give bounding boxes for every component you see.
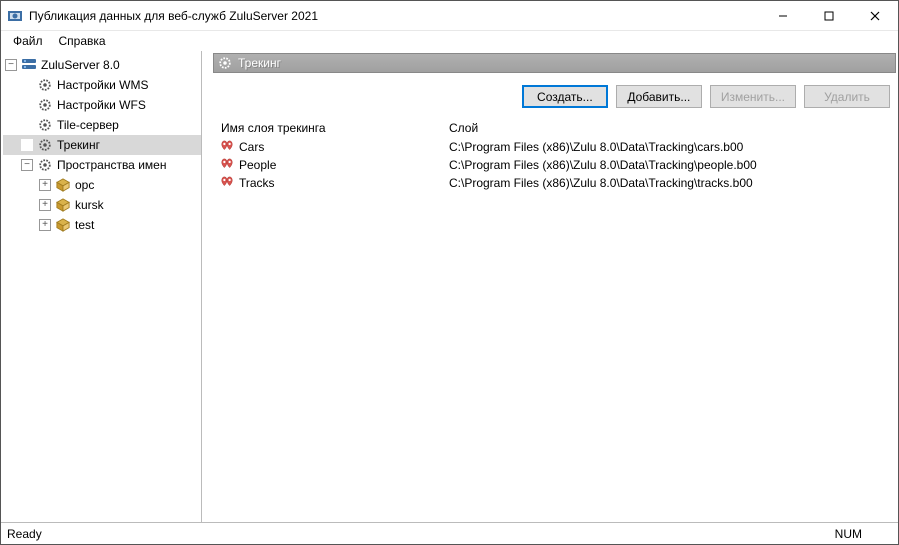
tracking-list[interactable]: Имя слоя трекинга Слой Cars C:\Program Fi…: [213, 118, 896, 522]
tree-label: Трекинг: [57, 138, 100, 152]
cube-icon: [55, 177, 71, 193]
status-ready: Ready: [7, 527, 835, 541]
list-header-row: Имя слоя трекинга Слой: [213, 118, 896, 138]
add-button[interactable]: Добавить...: [616, 85, 702, 108]
server-icon: [21, 57, 37, 73]
tree-item-tile[interactable]: Tile-сервер: [3, 115, 201, 135]
tree-label: Настройки WFS: [57, 98, 146, 112]
tree-label: Tile-сервер: [57, 118, 119, 132]
tree-item-ns[interactable]: + kursk: [3, 195, 201, 215]
menu-file[interactable]: Файл: [5, 32, 51, 50]
tree-label: test: [75, 218, 94, 232]
tree-label: kursk: [75, 198, 104, 212]
pin-icon: [219, 157, 235, 173]
tree-label: Пространства имен: [57, 158, 166, 172]
statusbar: Ready NUM: [1, 522, 898, 544]
panel-header: Трекинг: [213, 53, 896, 73]
row-layer: C:\Program Files (x86)\Zulu 8.0\Data\Tra…: [445, 158, 894, 172]
create-button[interactable]: Создать...: [522, 85, 608, 108]
status-num: NUM: [835, 527, 862, 541]
tree-item-ns[interactable]: + opc: [3, 175, 201, 195]
list-row[interactable]: People C:\Program Files (x86)\Zulu 8.0\Da…: [213, 156, 896, 174]
gear-icon: [37, 157, 53, 173]
toolbar: Создать... Добавить... Изменить... Удали…: [213, 73, 896, 118]
expand-icon[interactable]: +: [39, 219, 51, 231]
collapse-icon[interactable]: −: [21, 159, 33, 171]
titlebar: Публикация данных для веб-служб ZuluServ…: [1, 1, 898, 31]
column-header-name[interactable]: Имя слоя трекинга: [215, 121, 445, 135]
menu-help[interactable]: Справка: [51, 32, 114, 50]
row-layer: C:\Program Files (x86)\Zulu 8.0\Data\Tra…: [445, 176, 894, 190]
panel-title: Трекинг: [238, 56, 281, 70]
pin-icon: [219, 139, 235, 155]
list-row[interactable]: Cars C:\Program Files (x86)\Zulu 8.0\Data…: [213, 138, 896, 156]
maximize-button[interactable]: [806, 1, 852, 30]
tree-item-ns[interactable]: + test: [3, 215, 201, 235]
app-window: Публикация данных для веб-служб ZuluServ…: [0, 0, 899, 545]
tree-item-namespaces[interactable]: − Пространства имен: [3, 155, 201, 175]
edit-button: Изменить...: [710, 85, 796, 108]
gear-icon: [37, 77, 53, 93]
main-panel: Трекинг Создать... Добавить... Изменить.…: [207, 51, 898, 522]
pin-icon: [219, 175, 235, 191]
collapse-icon[interactable]: −: [5, 59, 17, 71]
gear-icon: [37, 137, 53, 153]
tree-label: Настройки WMS: [57, 78, 149, 92]
gear-icon: [37, 97, 53, 113]
window-controls: [760, 1, 898, 30]
list-row[interactable]: Tracks C:\Program Files (x86)\Zulu 8.0\Da…: [213, 174, 896, 192]
sidebar-tree[interactable]: − ZuluServer 8.0 Настройки WMS: [1, 51, 202, 522]
tree-label: opc: [75, 178, 94, 192]
list-body: Cars C:\Program Files (x86)\Zulu 8.0\Data…: [213, 138, 896, 522]
cube-icon: [55, 217, 71, 233]
gear-icon: [37, 117, 53, 133]
app-icon: [7, 8, 23, 24]
body: − ZuluServer 8.0 Настройки WMS: [1, 51, 898, 522]
gear-icon: [218, 56, 232, 70]
row-name: Cars: [239, 140, 264, 154]
menubar: Файл Справка: [1, 31, 898, 51]
close-button[interactable]: [852, 1, 898, 30]
row-name: Tracks: [239, 176, 275, 190]
row-layer: C:\Program Files (x86)\Zulu 8.0\Data\Tra…: [445, 140, 894, 154]
tree-item-wfs[interactable]: Настройки WFS: [3, 95, 201, 115]
tree-label: ZuluServer 8.0: [41, 58, 120, 72]
cube-icon: [55, 197, 71, 213]
tree-root[interactable]: − ZuluServer 8.0: [3, 55, 201, 75]
window-title: Публикация данных для веб-служб ZuluServ…: [29, 9, 760, 23]
expand-icon[interactable]: +: [39, 199, 51, 211]
minimize-button[interactable]: [760, 1, 806, 30]
tree-item-wms[interactable]: Настройки WMS: [3, 75, 201, 95]
column-header-layer[interactable]: Слой: [445, 121, 894, 135]
delete-button: Удалить: [804, 85, 890, 108]
expand-icon[interactable]: +: [39, 179, 51, 191]
tree-item-tracking[interactable]: Трекинг: [3, 135, 201, 155]
row-name: People: [239, 158, 276, 172]
